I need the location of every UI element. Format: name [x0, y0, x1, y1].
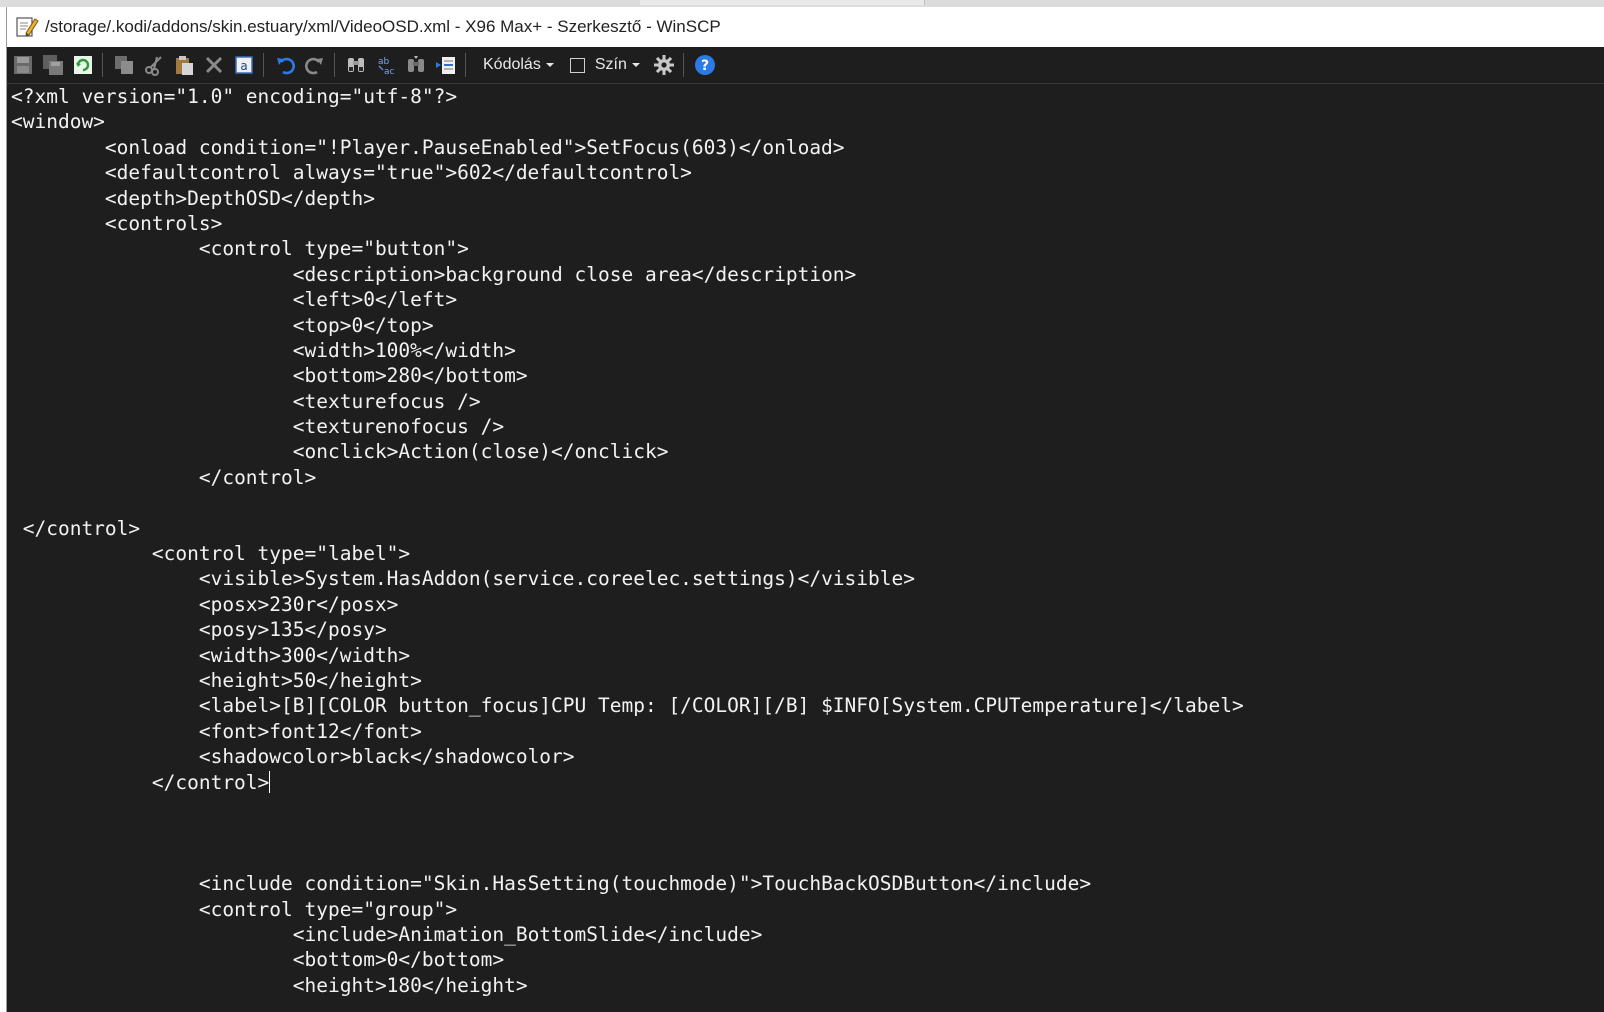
code-line[interactable]	[11, 820, 1244, 845]
code-line[interactable]: <bottom>0</bottom>	[11, 947, 1244, 972]
code-line[interactable]: <width>100%</width>	[11, 338, 1244, 363]
go-to-line-icon[interactable]	[432, 51, 460, 79]
code-line[interactable]: <height>50</height>	[11, 668, 1244, 693]
find-next-icon[interactable]	[402, 51, 430, 79]
code-line[interactable]: <visible>System.HasAddon(service.coreele…	[11, 566, 1244, 591]
code-line[interactable]: </control>	[11, 770, 1244, 795]
code-line[interactable]: <texturenofocus />	[11, 414, 1244, 439]
window-title: /storage/.kodi/addons/skin.estuary/xml/V…	[45, 17, 721, 36]
toolbar-separator	[465, 53, 466, 77]
cut-icon[interactable]	[140, 51, 168, 79]
code-line[interactable]: <label>[B][COLOR button_focus]CPU Temp: …	[11, 693, 1244, 718]
code-line[interactable]: <defaultcontrol always="true">602</defau…	[11, 160, 1244, 185]
svg-text:?: ?	[701, 58, 709, 74]
code-line[interactable]: <onclick>Action(close)</onclick>	[11, 439, 1244, 464]
editor-window: /storage/.kodi/addons/skin.estuary/xml/V…	[6, 7, 1604, 1012]
encoding-label: Kódolás	[483, 56, 541, 73]
find-icon[interactable]	[342, 51, 370, 79]
code-editor[interactable]: <?xml version="1.0" encoding="utf-8"?> <w…	[7, 84, 1604, 1012]
undo-icon[interactable]	[271, 51, 299, 79]
chevron-down-icon	[545, 63, 554, 67]
code-line[interactable]: <controls>	[11, 211, 1244, 236]
redo-icon[interactable]	[301, 51, 329, 79]
code-line[interactable]: <window>	[11, 109, 1244, 134]
help-icon[interactable]: ?	[691, 51, 719, 79]
paste-icon[interactable]	[170, 51, 198, 79]
color-checkbox[interactable]	[569, 57, 585, 73]
code-line[interactable]: </control>	[11, 516, 1244, 541]
code-line[interactable]: <bottom>280</bottom>	[11, 363, 1244, 388]
color-label: Szín	[594, 56, 627, 73]
code-line[interactable]: <top>0</top>	[11, 313, 1244, 338]
code-line[interactable]: <shadowcolor>black</shadowcolor>	[11, 744, 1244, 769]
code-line[interactable]: <depth>DepthOSD</depth>	[11, 186, 1244, 211]
code-line[interactable]: <font>font12</font>	[11, 719, 1244, 744]
code-line[interactable]: <include>Animation_BottomSlide</include>	[11, 922, 1244, 947]
code-line[interactable]: <onload condition="!Player.PauseEnabled"…	[11, 135, 1244, 160]
toolbar-separator	[334, 53, 335, 77]
background-window-strip	[0, 0, 1604, 7]
svg-text:ab: ab	[378, 57, 390, 67]
code-line[interactable]: <width>300</width>	[11, 643, 1244, 668]
select-all-icon[interactable]: a	[230, 51, 258, 79]
replace-icon[interactable]: ab ac	[372, 51, 400, 79]
background-window-tab	[640, 0, 925, 5]
code-line[interactable]: </control>	[11, 465, 1244, 490]
text-cursor	[269, 770, 271, 793]
copy-icon[interactable]	[110, 51, 138, 79]
save-icon[interactable]	[9, 51, 37, 79]
code-line[interactable]: <control type="label">	[11, 541, 1244, 566]
code-line[interactable]: <?xml version="1.0" encoding="utf-8"?>	[11, 84, 1244, 109]
code-line[interactable]: <posy>135</posy>	[11, 617, 1244, 642]
toolbar-separator	[263, 53, 264, 77]
gear-icon[interactable]	[650, 51, 678, 79]
code-line[interactable]: <include condition="Skin.HasSetting(touc…	[11, 871, 1244, 896]
svg-text:ac: ac	[384, 67, 395, 76]
code-line[interactable]	[11, 795, 1244, 820]
code-line[interactable]: <texturefocus />	[11, 389, 1244, 414]
svg-text:a: a	[240, 59, 247, 73]
code-text[interactable]: <?xml version="1.0" encoding="utf-8"?> <w…	[11, 84, 1244, 998]
reload-icon[interactable]	[69, 51, 97, 79]
toolbar-separator	[682, 53, 684, 77]
chevron-down-icon	[631, 63, 640, 67]
code-line[interactable]: <control type="group">	[11, 897, 1244, 922]
editor-toolbar: a ab ac Kódolás Szín ?	[7, 47, 1604, 84]
code-line[interactable]	[11, 846, 1244, 871]
code-line[interactable]: <description>background close area</desc…	[11, 262, 1244, 287]
code-line[interactable]: <posx>230r</posx>	[11, 592, 1244, 617]
delete-icon[interactable]	[200, 51, 228, 79]
code-line[interactable]: <left>0</left>	[11, 287, 1244, 312]
code-line[interactable]: <height>180</height>	[11, 973, 1244, 998]
toolbar-separator	[102, 53, 103, 77]
edit-document-icon	[15, 15, 39, 39]
encoding-dropdown[interactable]: Kódolás	[479, 51, 558, 79]
title-bar[interactable]: /storage/.kodi/addons/skin.estuary/xml/V…	[7, 7, 1604, 47]
save-all-icon[interactable]	[39, 51, 67, 79]
code-line[interactable]: <control type="button">	[11, 236, 1244, 261]
code-line[interactable]	[11, 490, 1244, 515]
color-dropdown[interactable]: Szín	[591, 51, 644, 79]
